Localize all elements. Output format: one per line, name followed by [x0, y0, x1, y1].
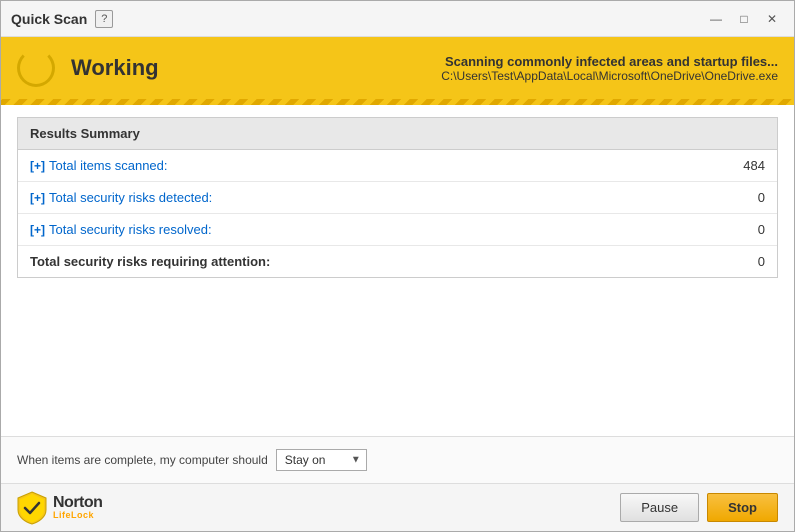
- norton-sub: LifeLock: [53, 511, 102, 520]
- row-label-3: Total security risks requiring attention…: [30, 254, 735, 269]
- row-value-3: 0: [735, 254, 765, 269]
- norton-shield-icon: [17, 491, 47, 525]
- expand-button-2[interactable]: [+]: [30, 223, 45, 237]
- row-label-2: Total security risks resolved:: [49, 222, 735, 237]
- dropdown-wrapper: Stay on Shut down Hibernate Sleep ▼: [276, 449, 367, 471]
- working-spinner: [17, 49, 55, 87]
- scan-action-text: Scanning commonly infected areas and sta…: [441, 54, 778, 69]
- maximize-button[interactable]: □: [732, 9, 756, 29]
- help-button[interactable]: ?: [95, 10, 113, 28]
- title-bar: Quick Scan ? — □ ✕: [1, 1, 794, 37]
- title-bar-left: Quick Scan ?: [11, 10, 113, 28]
- row-value-0: 484: [735, 158, 765, 173]
- table-row: [+] Total security risks resolved: 0: [18, 214, 777, 246]
- status-info: Scanning commonly infected areas and sta…: [441, 54, 778, 83]
- status-label: Working: [71, 55, 425, 81]
- table-row: [+] Total items scanned: 484: [18, 150, 777, 182]
- window-title: Quick Scan: [11, 11, 87, 27]
- expand-button-0[interactable]: [+]: [30, 159, 45, 173]
- computer-action-row: When items are complete, my computer sho…: [17, 449, 778, 471]
- main-content: Results Summary [+] Total items scanned:…: [1, 105, 794, 436]
- computer-action-dropdown[interactable]: Stay on Shut down Hibernate Sleep: [276, 449, 367, 471]
- results-table: Results Summary [+] Total items scanned:…: [17, 117, 778, 278]
- stop-button[interactable]: Stop: [707, 493, 778, 522]
- row-label-1: Total security risks detected:: [49, 190, 735, 205]
- norton-brand-text: Norton LifeLock: [53, 495, 102, 520]
- row-label-0: Total items scanned:: [49, 158, 735, 173]
- expand-button-1[interactable]: [+]: [30, 191, 45, 205]
- close-button[interactable]: ✕: [760, 9, 784, 29]
- row-value-2: 0: [735, 222, 765, 237]
- bottom-area: When items are complete, my computer sho…: [1, 436, 794, 483]
- title-bar-controls: — □ ✕: [704, 9, 784, 29]
- table-row: [+] Total security risks detected: 0: [18, 182, 777, 214]
- row-value-1: 0: [735, 190, 765, 205]
- current-file-text: C:\Users\Test\AppData\Local\Microsoft\On…: [441, 69, 778, 83]
- footer: Norton LifeLock Pause Stop: [1, 483, 794, 531]
- norton-name: Norton: [53, 495, 102, 511]
- norton-logo: Norton LifeLock: [17, 491, 102, 525]
- footer-buttons: Pause Stop: [620, 493, 778, 522]
- pause-button[interactable]: Pause: [620, 493, 699, 522]
- main-window: Quick Scan ? — □ ✕ Working Scanning comm…: [0, 0, 795, 532]
- status-bar: Working Scanning commonly infected areas…: [1, 37, 794, 99]
- table-row: Total security risks requiring attention…: [18, 246, 777, 277]
- minimize-button[interactable]: —: [704, 9, 728, 29]
- results-header: Results Summary: [18, 118, 777, 150]
- computer-action-label: When items are complete, my computer sho…: [17, 453, 268, 467]
